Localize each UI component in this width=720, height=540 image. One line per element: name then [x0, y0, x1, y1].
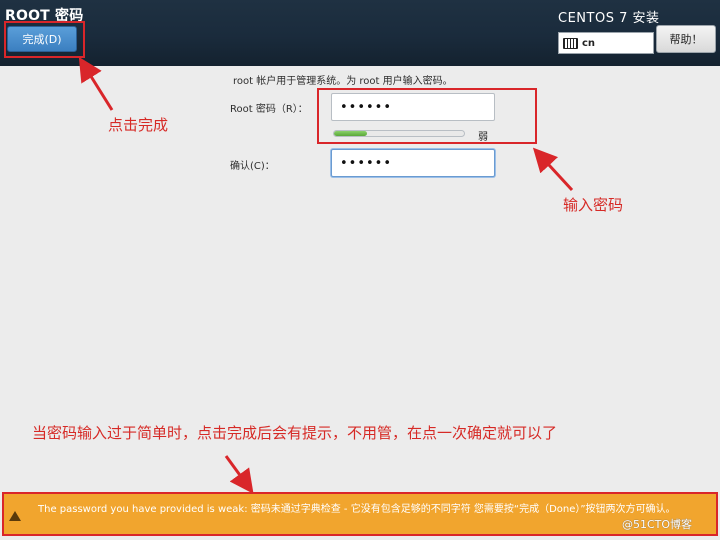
password-highlight-box: [317, 88, 537, 144]
product-title: CENTOS 7 安装: [558, 11, 660, 26]
warning-highlight-box: [2, 492, 718, 536]
arrow-to-warning: [224, 455, 254, 494]
arrow-to-password: [532, 147, 574, 192]
annotation-click-done: 点击完成: [108, 116, 169, 134]
root-password-label: Root 密码（R）：: [230, 104, 308, 115]
arrow-to-done: [78, 56, 114, 111]
keyboard-layout-indicator[interactable]: cn: [558, 32, 654, 54]
watermark: @51CTO博客: [622, 518, 693, 531]
intro-text: root 帐户用于管理系统。为 root 用户输入密码。: [233, 76, 453, 87]
keyboard-layout-label: cn: [582, 37, 596, 49]
confirm-password-input[interactable]: ••••••: [331, 149, 495, 177]
confirm-password-label: 确认(C)：: [230, 161, 275, 172]
annotation-enter-password: 输入密码: [563, 196, 624, 214]
help-button[interactable]: 帮助！: [656, 25, 716, 53]
done-highlight-box: [4, 21, 85, 58]
annotation-note: 当密码输入过于简单时，点击完成后会有提示，不用管，在点一次确定就可以了: [32, 424, 558, 442]
keyboard-icon: [563, 37, 578, 49]
